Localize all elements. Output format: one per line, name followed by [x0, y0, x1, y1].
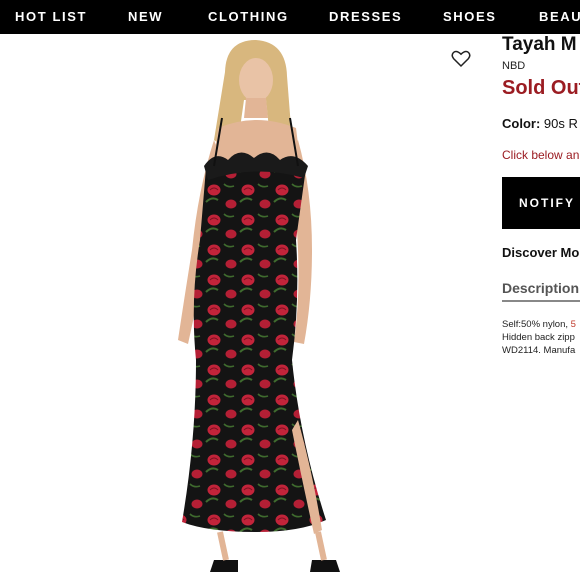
product-title: Tayah M: [502, 34, 577, 55]
tab-underline: [502, 300, 580, 302]
description-line: Self:50% nylon, 5: [502, 319, 576, 330]
color-selector: Color: 90s R: [502, 116, 578, 131]
notify-me-button[interactable]: NOTIFY I: [502, 177, 580, 229]
product-image[interactable]: [0, 34, 490, 580]
top-navigation: HOT LIST NEW CLOTHING DRESSES SHOES BEAU: [0, 0, 580, 34]
model-illustration: [178, 40, 340, 572]
description-text: Self:50% nylon, 5 Hidden back zipp WD211…: [502, 318, 576, 357]
brand-name[interactable]: NBD: [502, 60, 525, 72]
product-details-panel: Tayah M NBD Sold Out Color: 90s R Click …: [502, 34, 580, 580]
nav-dresses[interactable]: DRESSES: [329, 0, 402, 34]
notify-instruction: Click below an: [502, 148, 580, 162]
description-line: Hidden back zipp: [502, 332, 575, 343]
color-label: Color:: [502, 116, 541, 131]
discover-more-link[interactable]: Discover Mo: [502, 245, 579, 260]
nav-clothing[interactable]: CLOTHING: [208, 0, 289, 34]
nav-beauty[interactable]: BEAU: [539, 0, 580, 34]
description-line: WD2114. Manufa: [502, 345, 576, 356]
nav-shoes[interactable]: SHOES: [443, 0, 497, 34]
nav-new[interactable]: NEW: [128, 0, 163, 34]
favorite-heart-icon[interactable]: [451, 50, 471, 68]
nav-hot-list[interactable]: HOT LIST: [15, 0, 87, 34]
tab-description[interactable]: Description: [502, 280, 579, 296]
color-value: 90s R: [543, 116, 578, 131]
sold-out-status: Sold Out: [502, 77, 580, 99]
